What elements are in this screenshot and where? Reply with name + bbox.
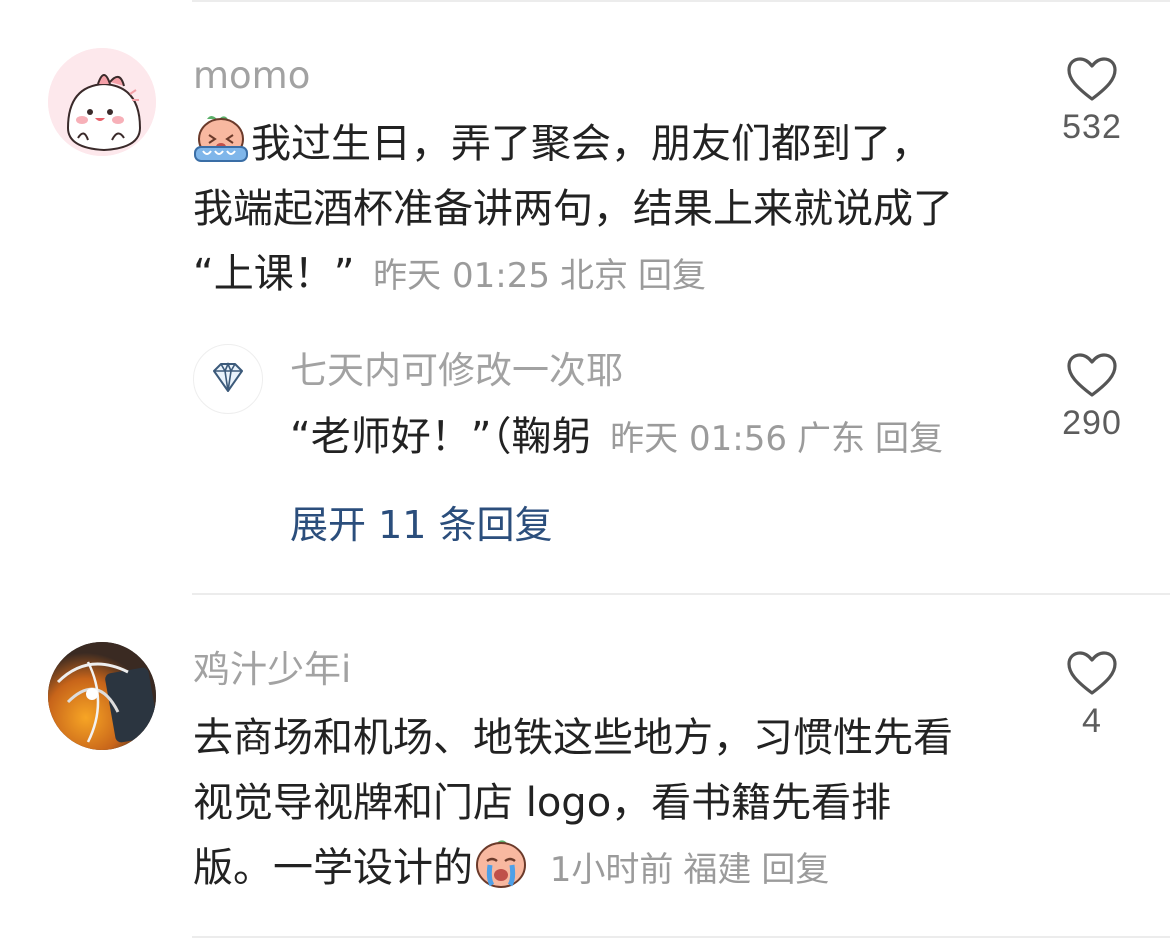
reply-button[interactable]: 回复 xyxy=(638,256,706,296)
heart-icon xyxy=(1067,57,1117,101)
comment-time: 昨天 01:56 xyxy=(610,419,787,459)
username[interactable]: 鸡汁少年i xyxy=(193,648,351,692)
reply-button[interactable]: 回复 xyxy=(761,850,829,890)
like-button[interactable]: 290 xyxy=(1037,352,1147,443)
crying-peach-emoji-icon xyxy=(193,113,249,185)
comment-line: 我端起酒杯准备讲两句，结果上来就说成了 xyxy=(193,186,953,232)
like-count: 532 xyxy=(1062,108,1122,146)
comment-location: 北京 xyxy=(559,256,628,296)
expand-replies-button[interactable]: 展开 11 条回复 xyxy=(290,494,553,549)
comment-text: 去商场和机场、地铁这些地方，习惯性先看 视觉导视牌和门店 logo，看书籍先看排… xyxy=(193,706,953,901)
comment-line: 去商场和机场、地铁这些地方，习惯性先看 xyxy=(193,715,953,761)
comment-line: “上课！” 昨天 01:25 北京 回复 xyxy=(193,242,953,307)
comment-meta: 1小时前 福建 回复 xyxy=(550,850,840,890)
comment-time: 昨天 01:25 xyxy=(373,256,550,296)
reply-text: “老师好！”（鞠躬 昨天 01:56 广东 回复 xyxy=(290,405,953,470)
comment-divider xyxy=(192,593,1170,595)
like-button[interactable]: 4 xyxy=(1037,650,1147,741)
like-count: 4 xyxy=(1082,702,1102,740)
heart-icon xyxy=(1067,651,1117,695)
comment-location: 福建 xyxy=(683,850,752,890)
avatar[interactable] xyxy=(48,48,156,156)
reply-button[interactable]: 回复 xyxy=(875,419,943,459)
diamond-icon xyxy=(213,361,243,392)
comment-line: 视觉导视牌和门店 logo，看书籍先看排 xyxy=(193,780,892,826)
comment-divider xyxy=(192,936,1170,938)
photo-avatar-icon xyxy=(48,642,156,750)
comment-text: 我过生日，弄了聚会，朋友们都到了， 我端起酒杯准备讲两句，结果上来就说成了 “上… xyxy=(193,112,953,307)
avatar[interactable] xyxy=(193,344,263,414)
cute-pink-character-avatar-icon xyxy=(48,48,156,156)
username[interactable]: 七天内可修改一次耶 xyxy=(290,349,623,393)
comment-time: 1小时前 xyxy=(549,850,674,890)
comment-meta: 昨天 01:56 广东 回复 xyxy=(610,419,953,459)
like-button[interactable]: 532 xyxy=(1037,56,1147,147)
comment-line: 版。一学设计的 1小时前 福建 回复 xyxy=(193,836,953,901)
comment-line: “老师好！”（鞠躬 昨天 01:56 广东 回复 xyxy=(290,405,953,470)
avatar[interactable] xyxy=(48,642,156,750)
crying-peach-emoji-icon xyxy=(473,837,529,909)
top-divider xyxy=(192,0,1170,2)
username[interactable]: momo xyxy=(193,54,310,98)
comment-location: 广东 xyxy=(796,419,865,459)
comment-meta: 昨天 01:25 北京 回复 xyxy=(373,256,716,296)
comment-line: 我过生日，弄了聚会，朋友们都到了， xyxy=(193,112,953,177)
like-count: 290 xyxy=(1062,404,1122,442)
heart-icon xyxy=(1067,353,1117,397)
